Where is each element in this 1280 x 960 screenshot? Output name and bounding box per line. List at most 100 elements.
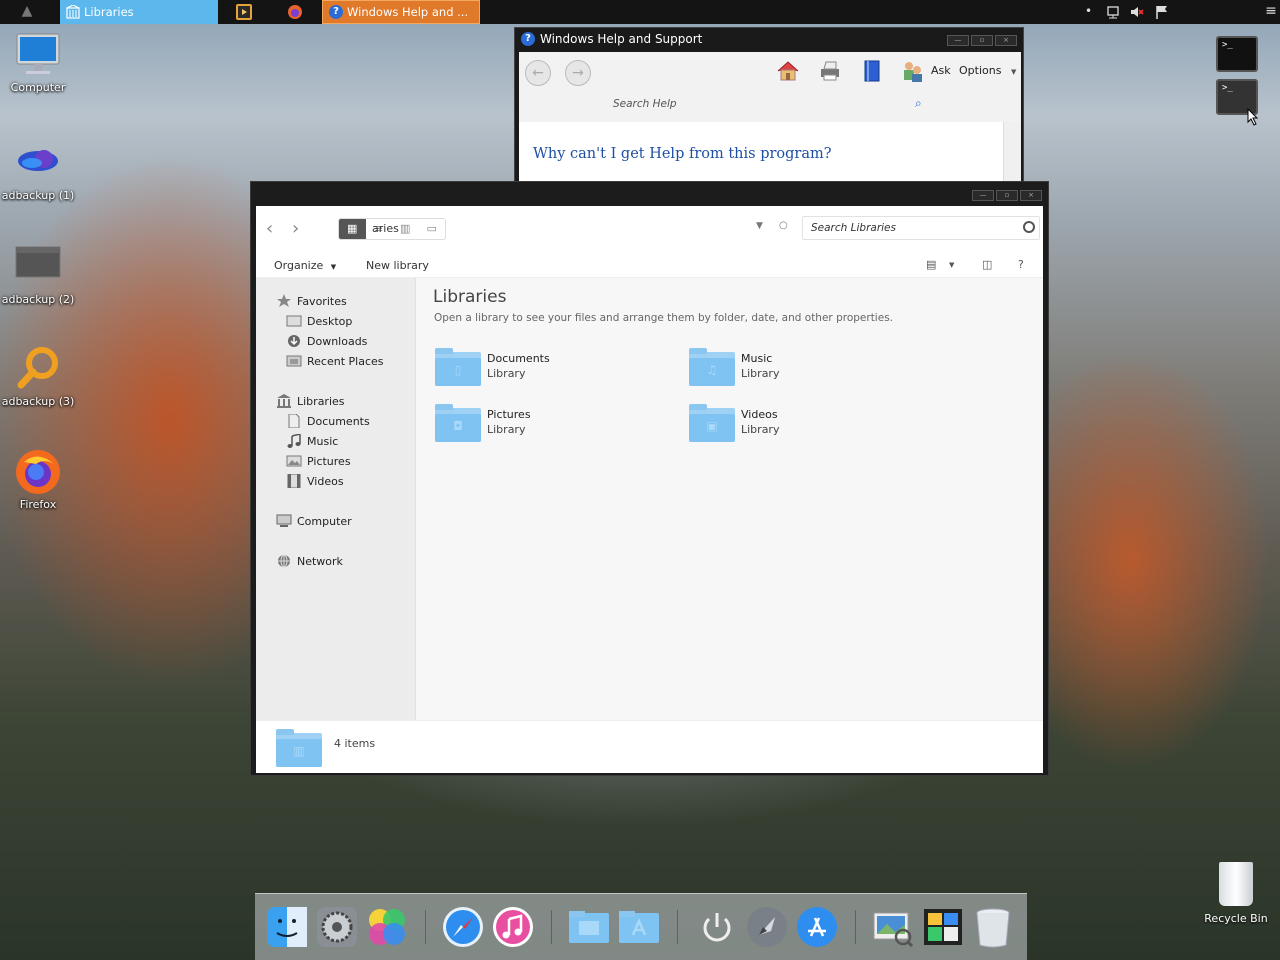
search-icon[interactable]: ⌕ xyxy=(915,96,922,111)
safari-icon[interactable] xyxy=(441,905,485,949)
flag-icon[interactable] xyxy=(1154,4,1170,20)
library-item-videos[interactable]: ▣ Videos Library xyxy=(689,404,909,444)
help-button[interactable]: ? xyxy=(1018,258,1024,271)
game-center-icon[interactable] xyxy=(365,905,409,949)
refresh-icon[interactable]: ○ xyxy=(779,220,788,231)
help-search-input[interactable]: Search Help xyxy=(613,98,677,110)
library-kind: Library xyxy=(487,423,526,436)
ask-icon[interactable] xyxy=(899,58,925,84)
power-icon[interactable] xyxy=(695,905,739,949)
sidebar-item-label: Videos xyxy=(307,474,344,488)
folder-icon: ◘ xyxy=(435,404,481,442)
library-name: Music xyxy=(741,352,773,365)
navigation-pane: Favorites Desktop Downloads Recent Place… xyxy=(256,278,416,720)
volume-muted-icon[interactable] xyxy=(1129,4,1145,20)
firefox-icon[interactable] xyxy=(287,4,303,20)
desktop-icon-adbackup-2[interactable]: adbackup (2) xyxy=(0,243,76,306)
ask-button[interactable]: Ask xyxy=(931,64,951,77)
finder-icon[interactable] xyxy=(265,905,309,949)
desktop-icon xyxy=(286,314,302,328)
chevron-down-icon[interactable]: ▼ xyxy=(949,261,954,269)
network-icon[interactable] xyxy=(1105,4,1121,20)
sidebar-item-label: Desktop xyxy=(307,314,353,328)
search-input[interactable]: Search Libraries xyxy=(802,216,1040,240)
sidebar-item-recent-places[interactable]: Recent Places xyxy=(286,352,384,370)
close-button[interactable]: × xyxy=(995,35,1017,46)
itunes-icon[interactable] xyxy=(491,905,535,949)
system-preferences-icon[interactable] xyxy=(315,905,359,949)
firefox-icon xyxy=(14,448,62,496)
options-label: Options xyxy=(959,64,1002,77)
library-content: Libraries Open a library to see your fil… xyxy=(416,278,1043,720)
music-icon: ♫ xyxy=(706,363,718,377)
sidebar-item-network[interactable]: Network xyxy=(276,552,343,570)
window-controls: — ▫ × xyxy=(972,190,1042,201)
documents-folder-icon[interactable] xyxy=(567,905,611,949)
maximize-button[interactable]: ▫ xyxy=(996,190,1018,201)
library-icon: ▥ xyxy=(293,744,305,758)
task-windows-help[interactable]: ? Windows Help and ... xyxy=(322,0,480,24)
applications-folder-icon[interactable] xyxy=(617,905,661,949)
terminal-prompt: >_ xyxy=(1222,40,1233,50)
trash-icon[interactable] xyxy=(971,905,1015,949)
app-store-icon[interactable] xyxy=(795,905,839,949)
chevron-down-icon[interactable]: ▼ xyxy=(756,221,763,231)
sidebar-item-videos[interactable]: Videos xyxy=(286,472,344,490)
preview-icon[interactable] xyxy=(871,905,915,949)
desktop-icon-recycle-bin[interactable]: Recycle Bin xyxy=(1200,862,1272,925)
forward-button[interactable]: → xyxy=(565,60,591,86)
minimize-button[interactable]: — xyxy=(972,190,994,201)
minimize-button[interactable]: — xyxy=(947,35,969,46)
library-kind: Library xyxy=(741,423,780,436)
options-button[interactable]: Options ▼ xyxy=(959,64,1016,77)
change-view-icon[interactable]: ▤ xyxy=(926,258,936,271)
maximize-button[interactable]: ▫ xyxy=(971,35,993,46)
desktop-icon-adbackup-1[interactable]: adbackup (1) xyxy=(0,139,76,202)
sidebar-item-computer[interactable]: Computer xyxy=(276,512,352,530)
menu-icon[interactable]: ≡ xyxy=(1262,0,1280,24)
library-item-pictures[interactable]: ◘ Pictures Library xyxy=(435,404,655,444)
library-item-music[interactable]: ♫ Music Library xyxy=(689,348,909,388)
home-icon[interactable] xyxy=(775,58,801,84)
sidebar-item-documents[interactable]: Documents xyxy=(286,412,370,430)
sidebar-item-pictures[interactable]: Pictures xyxy=(286,452,351,470)
preview-pane-icon[interactable]: ◫ xyxy=(982,258,992,271)
sidebar-item-music[interactable]: Music xyxy=(286,432,338,450)
forward-arrow-icon[interactable]: › xyxy=(292,218,299,239)
library-name: Documents xyxy=(487,352,550,365)
sidebar-item-desktop[interactable]: Desktop xyxy=(286,312,352,330)
chevron-down-icon: ▼ xyxy=(1010,68,1017,76)
close-button[interactable]: × xyxy=(1020,190,1042,201)
organize-button[interactable]: Organize ▼ xyxy=(274,259,336,272)
photo-booth-icon[interactable] xyxy=(921,905,965,949)
sidebar-item-label: Network xyxy=(297,554,343,568)
sidebar-item-favorites[interactable]: Favorites xyxy=(276,292,347,310)
camera-icon: ◘ xyxy=(453,419,463,433)
library-item-documents[interactable]: ▯ Documents Library xyxy=(435,348,655,388)
scrollbar[interactable] xyxy=(1003,122,1021,188)
media-player-icon[interactable] xyxy=(236,4,252,20)
back-button[interactable]: ← xyxy=(525,60,551,86)
sidebar-item-libraries[interactable]: Libraries xyxy=(276,392,345,410)
launchpad-icon[interactable] xyxy=(745,905,789,949)
sidebar-item-downloads[interactable]: Downloads xyxy=(286,332,367,350)
print-icon[interactable] xyxy=(817,58,843,84)
desktop-icon-label: Computer xyxy=(10,81,66,94)
picture-icon xyxy=(286,454,302,468)
terminal-widget[interactable]: >_ xyxy=(1216,36,1258,72)
sidebar-item-label: Computer xyxy=(297,514,352,528)
back-arrow-icon[interactable]: ‹ xyxy=(266,218,273,239)
preview-view-button[interactable]: ▭ xyxy=(419,219,446,239)
search-placeholder: Search Libraries xyxy=(811,222,896,234)
sidebar-item-label: Documents xyxy=(307,414,370,428)
icon-view-button[interactable]: ▦ xyxy=(339,219,366,239)
folder-icon: ▣ xyxy=(689,404,735,442)
new-library-button[interactable]: New library xyxy=(366,259,429,272)
task-libraries[interactable]: Libraries xyxy=(60,0,218,24)
desktop-icon-adbackup-3[interactable]: adbackup (3) xyxy=(0,345,76,408)
desktop-icon-computer[interactable]: Computer xyxy=(0,31,76,94)
browse-help-icon[interactable] xyxy=(859,58,885,84)
breadcrumb[interactable]: aries xyxy=(372,222,399,235)
desktop-icon-firefox[interactable]: Firefox xyxy=(0,448,76,511)
start-button[interactable]: ▲ xyxy=(14,3,40,21)
